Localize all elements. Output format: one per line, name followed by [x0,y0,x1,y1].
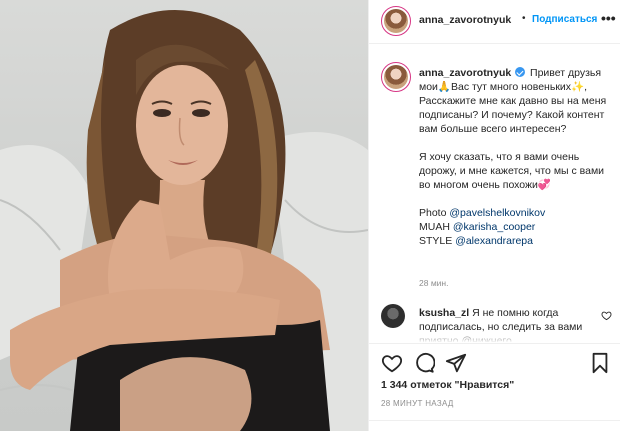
credit-photo: Photo @pavelshelkovnikov [419,206,615,220]
post-photo[interactable] [0,0,368,431]
credit-label: Photo [419,207,447,219]
mention-link[interactable]: @alexandrarepa [455,235,533,247]
mention-link[interactable]: @pavelshelkovnikov [449,207,545,219]
caption-paragraph-2: Я хочу сказать, что я вами очень дорожу,… [419,151,605,191]
comment-like-heart-icon[interactable] [601,310,612,321]
header-separator: • [522,13,526,24]
caption-text: anna_zavorotnyuk Привет друзья мои🙏Вас т… [419,66,615,248]
post-timestamp[interactable]: 28 МИНУТ НАЗАД [381,399,454,408]
credit-label: MUAH [419,221,450,233]
heart-icon[interactable] [381,352,403,374]
author-username[interactable]: anna_zavorotnyuk [419,14,511,26]
caption-username[interactable]: anna_zavorotnyuk [419,67,511,79]
comment-icon[interactable] [413,352,435,374]
caption-avatar[interactable] [381,62,411,92]
follow-button[interactable]: Подписаться [532,14,597,25]
caption-timestamp[interactable]: 28 мин. [419,278,448,288]
post-actions: 1 344 отметок "Нравится" 28 МИНУТ НАЗАД [369,343,620,431]
credit-muah: MUAH @karisha_cooper [419,220,615,234]
portrait-image [0,10,368,431]
add-comment-bar[interactable] [369,420,620,431]
credit-style: STYLE @alexandrarepa [419,234,615,248]
post-header: anna_zavorotnyuk • Подписаться ••• [369,0,620,44]
credit-label: STYLE [419,235,453,247]
likes-count[interactable]: 1 344 отметок "Нравится" [381,379,514,391]
author-avatar[interactable] [381,6,411,36]
verified-badge-icon [515,67,526,77]
bookmark-icon[interactable] [589,352,611,374]
mention-link[interactable]: @karisha_cooper [453,221,535,233]
more-options-icon[interactable]: ••• [601,10,616,26]
instagram-post: anna_zavorotnyuk • Подписаться ••• anna_… [0,0,620,431]
commenter-username[interactable]: ksusha_zl [419,307,469,319]
comment-fade [369,330,620,344]
post-side-panel: anna_zavorotnyuk • Подписаться ••• anna_… [368,0,620,431]
share-icon[interactable] [445,352,467,374]
commenter-avatar[interactable] [381,304,405,328]
